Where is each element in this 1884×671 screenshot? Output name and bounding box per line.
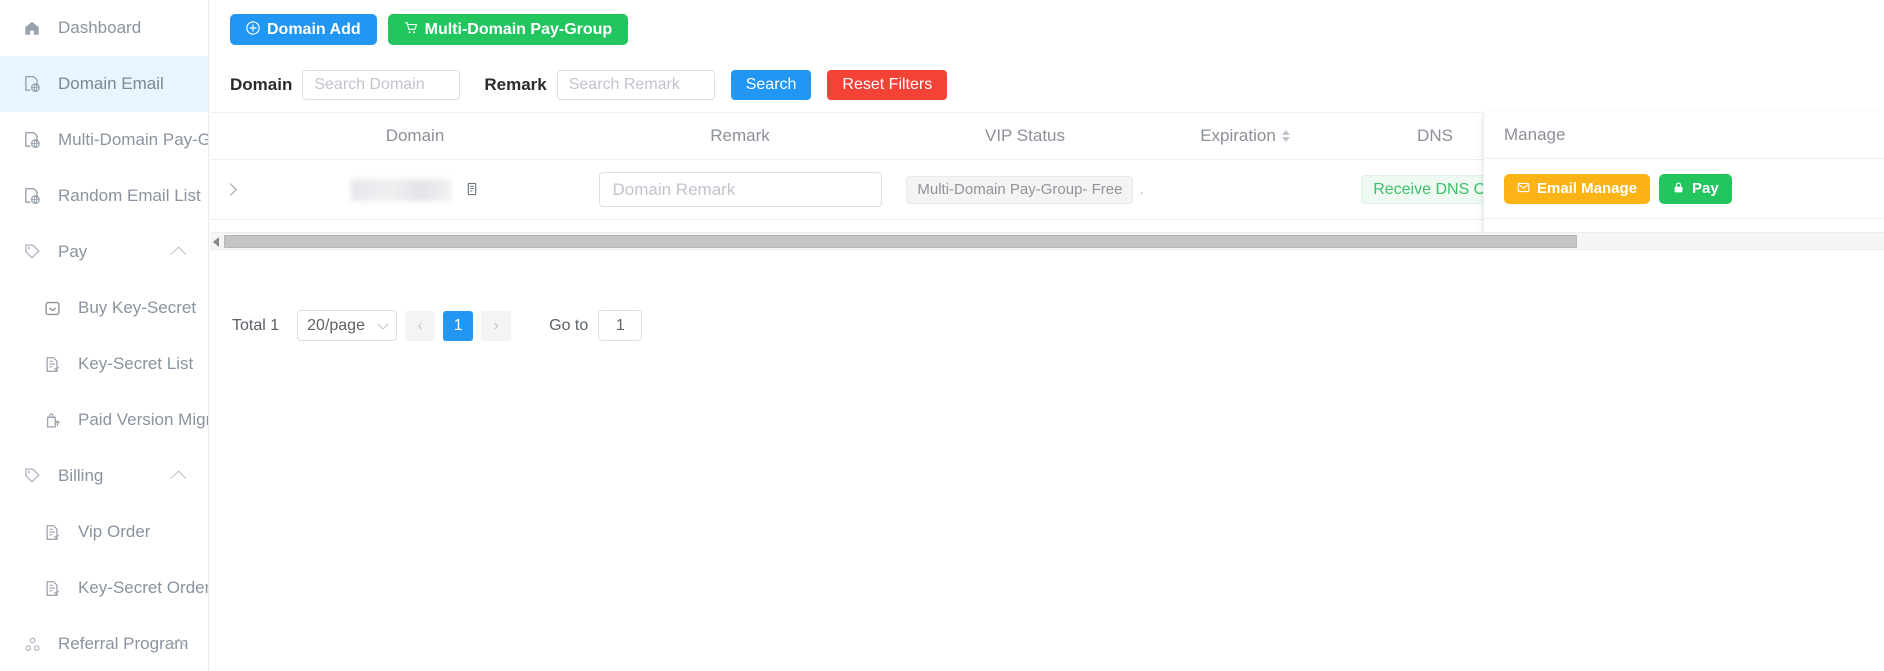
sidebar-item-label: Buy Key-Secret: [78, 298, 197, 317]
vip-status-badge: Multi-Domain Pay-Group- Free: [906, 175, 1134, 204]
vip-status-cell: Multi-Domain Pay-Group- Free .: [900, 160, 1150, 219]
sidebar-item-referral-program[interactable]: Referral Program: [0, 616, 208, 671]
chevron-right-icon: [223, 183, 237, 196]
pay-label: Pay: [1692, 180, 1719, 197]
domain-add-label: Domain Add: [267, 20, 361, 38]
table-header-domain[interactable]: Domain: [250, 113, 580, 159]
globe-doc-icon: [22, 186, 42, 206]
sidebar-item-buy-key-secret[interactable]: Buy Key-Secret: [0, 280, 208, 336]
table-header-expand: [210, 113, 250, 159]
sidebar-item-key-secret-order[interactable]: Key-Secret Order: [0, 560, 208, 616]
filter-bar: Domain Remark Search Reset Filters: [210, 60, 1884, 110]
upload-bag-icon: [42, 410, 62, 430]
vip-status-suffix: .: [1139, 181, 1144, 198]
horizontal-scrollbar[interactable]: [210, 232, 1884, 250]
sidebar-item-label: Pay: [58, 242, 88, 261]
sidebar: Dashboard Domain Email Multi-Domain Pay-Gr…: [0, 0, 209, 671]
prev-page-button[interactable]: ‹: [405, 310, 436, 341]
sidebar-item-dashboard[interactable]: Dashboard: [0, 0, 208, 56]
domain-add-button[interactable]: Domain Add: [230, 14, 377, 45]
chevron-down-icon: [377, 317, 389, 330]
sidebar-item-domain-email[interactable]: Domain Email: [0, 56, 208, 112]
page-size-select[interactable]: 20/page: [297, 310, 398, 341]
doc-list-icon: [42, 578, 62, 598]
sidebar-item-vip-order[interactable]: Vip Order: [0, 504, 208, 560]
sidebar-item-paid-version-migration[interactable]: Paid Version Migration: [0, 392, 208, 448]
domain-filter-label: Domain: [230, 75, 293, 94]
pagination: Total 1 20/page ‹ 1 › Go to: [232, 310, 643, 341]
lock-icon: [1672, 181, 1685, 197]
expand-row-toggle[interactable]: [210, 160, 250, 219]
page-number-1[interactable]: 1: [443, 310, 474, 341]
tag-icon: [22, 466, 42, 486]
sidebar-item-label: Dashboard: [58, 18, 142, 37]
table-header-manage: Manage: [1484, 112, 1884, 159]
doc-list-icon: [42, 522, 62, 542]
share-icon: [22, 634, 42, 654]
doc-list-icon: [42, 354, 62, 374]
sidebar-item-label: Billing: [58, 466, 104, 485]
search-domain-input[interactable]: [302, 70, 461, 100]
domain-remark-input[interactable]: [598, 172, 882, 207]
plus-circle-icon: [246, 20, 260, 39]
sidebar-item-label: Paid Version Migration: [78, 410, 208, 429]
sidebar-item-label: Key-Secret Order: [78, 578, 208, 597]
total-count-label: Total 1: [232, 316, 280, 334]
sidebar-item-billing[interactable]: Billing: [0, 448, 208, 504]
sidebar-item-label: Multi-Domain Pay-Group: [58, 130, 208, 149]
goto-label: Go to: [549, 316, 589, 334]
chevron-up-icon: [170, 246, 187, 262]
pay-button[interactable]: Pay: [1659, 173, 1732, 204]
email-manage-label: Email Manage: [1537, 180, 1638, 197]
globe-doc-icon: [22, 74, 42, 94]
sidebar-item-multi-domain-pay-group[interactable]: Multi-Domain Pay-Group: [0, 112, 208, 168]
expiration-cell: [1150, 160, 1340, 219]
sidebar-item-pay[interactable]: Pay: [0, 224, 208, 280]
main-content: Domain Add Multi-Domain Pay-Group Domain…: [210, 0, 1884, 671]
tag-icon: [22, 242, 42, 262]
email-manage-button[interactable]: Email Manage: [1504, 173, 1651, 204]
sidebar-item-label: Vip Order: [78, 522, 151, 541]
home-icon: [22, 18, 42, 38]
sidebar-item-label: Referral Program: [58, 634, 189, 653]
scrollbar-thumb[interactable]: [224, 235, 1577, 248]
table-header-expiration-label: Expiration: [1200, 126, 1276, 145]
remark-cell: [580, 160, 900, 219]
scroll-left-arrow-icon[interactable]: [213, 237, 219, 247]
goto-page-input[interactable]: [598, 310, 643, 341]
page-size-label: 20/page: [307, 316, 365, 334]
cart-icon: [404, 21, 418, 39]
manage-column: Manage Email Manage Pay: [1483, 112, 1884, 243]
search-remark-input[interactable]: [556, 70, 715, 100]
domain-cell: [250, 160, 580, 219]
multi-domain-pay-group-label: Multi-Domain Pay-Group: [424, 20, 613, 38]
search-button[interactable]: Search: [730, 70, 812, 100]
reset-filters-button[interactable]: Reset Filters: [827, 70, 948, 100]
chevron-up-icon: [170, 470, 187, 486]
sort-icon[interactable]: [1281, 130, 1290, 142]
domain-value-redacted: [350, 178, 451, 201]
globe-doc-icon: [22, 130, 42, 150]
sidebar-item-label: Random Email List: [58, 186, 201, 205]
sidebar-item-label: Key-Secret List: [78, 354, 194, 373]
multi-domain-pay-group-button[interactable]: Multi-Domain Pay-Group: [387, 14, 629, 45]
table-header-expiration[interactable]: Expiration: [1150, 113, 1340, 159]
toolbar: Domain Add Multi-Domain Pay-Group: [230, 14, 629, 45]
sidebar-item-key-secret-list[interactable]: Key-Secret List: [0, 336, 208, 392]
next-page-button[interactable]: ›: [481, 310, 512, 341]
mail-icon: [1517, 181, 1530, 197]
copy-icon[interactable]: [465, 182, 480, 197]
manage-cell: Email Manage Pay: [1484, 159, 1884, 219]
remark-filter-label: Remark: [484, 75, 547, 94]
table-header-remark[interactable]: Remark: [580, 113, 900, 159]
sidebar-item-random-email-list[interactable]: Random Email List: [0, 168, 208, 224]
card-icon: [42, 298, 62, 318]
sidebar-item-label: Domain Email: [58, 74, 164, 93]
table-header-vip-status[interactable]: VIP Status: [900, 113, 1150, 159]
